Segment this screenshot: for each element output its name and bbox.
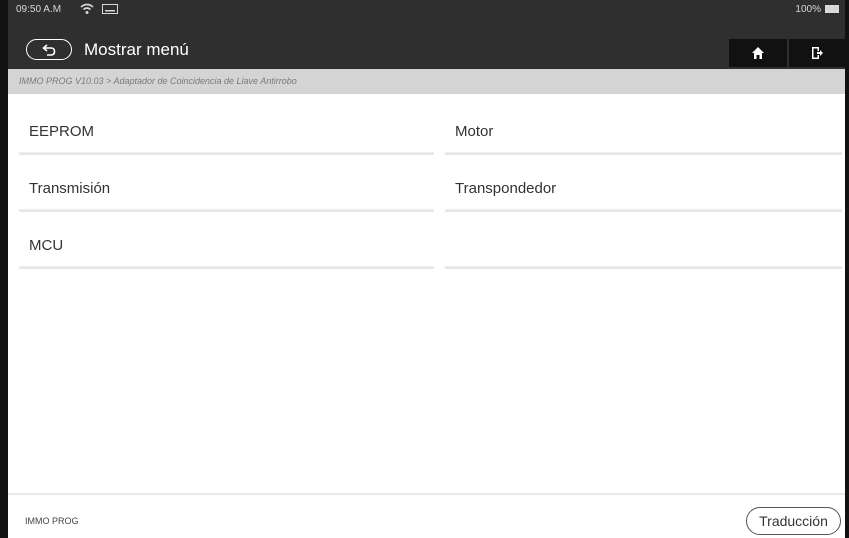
exit-icon — [812, 47, 823, 59]
device-frame-right — [845, 0, 849, 538]
battery-level: 100% — [795, 4, 821, 15]
menu-item-empty — [445, 212, 842, 269]
menu-item-divider — [19, 266, 434, 269]
home-button[interactable] — [729, 39, 787, 67]
menu-item-label: Transmisión — [29, 180, 111, 197]
footer-divider — [8, 493, 845, 495]
menu-item-transmision[interactable]: Transmisión — [19, 155, 434, 212]
breadcrumb: IMMO PROG V10.03 > Adaptador de Coincide… — [8, 69, 845, 94]
title-bar: Mostrar menú — [8, 18, 845, 69]
page-title: Mostrar menú — [84, 40, 189, 59]
home-icon — [752, 47, 764, 59]
status-time: 09:50 A.M — [16, 4, 62, 15]
menu-item-label: MCU — [29, 237, 64, 254]
exit-button[interactable] — [789, 39, 845, 67]
menu-item-label: Transpondedor — [455, 180, 557, 197]
back-button[interactable] — [26, 39, 72, 60]
battery-icon — [825, 5, 839, 13]
menu-item-label: EEPROM — [29, 123, 95, 140]
menu-item-label: Motor — [455, 123, 494, 140]
back-arrow-icon — [42, 43, 56, 56]
keyboard-icon — [102, 4, 118, 14]
menu-item-eeprom[interactable]: EEPROM — [19, 98, 434, 155]
menu-item-mcu[interactable]: MCU — [19, 212, 434, 269]
status-bar: 09:50 A.M 100% — [8, 0, 845, 18]
menu-item-transpondedor[interactable]: Transpondedor — [445, 155, 842, 212]
menu-item-motor[interactable]: Motor — [445, 98, 842, 155]
footer-label: IMMO PROG — [25, 516, 79, 526]
device-frame-left — [0, 0, 8, 538]
translate-button[interactable]: Traducción — [746, 507, 841, 535]
wifi-icon — [80, 3, 94, 14]
menu-item-divider — [445, 266, 842, 269]
